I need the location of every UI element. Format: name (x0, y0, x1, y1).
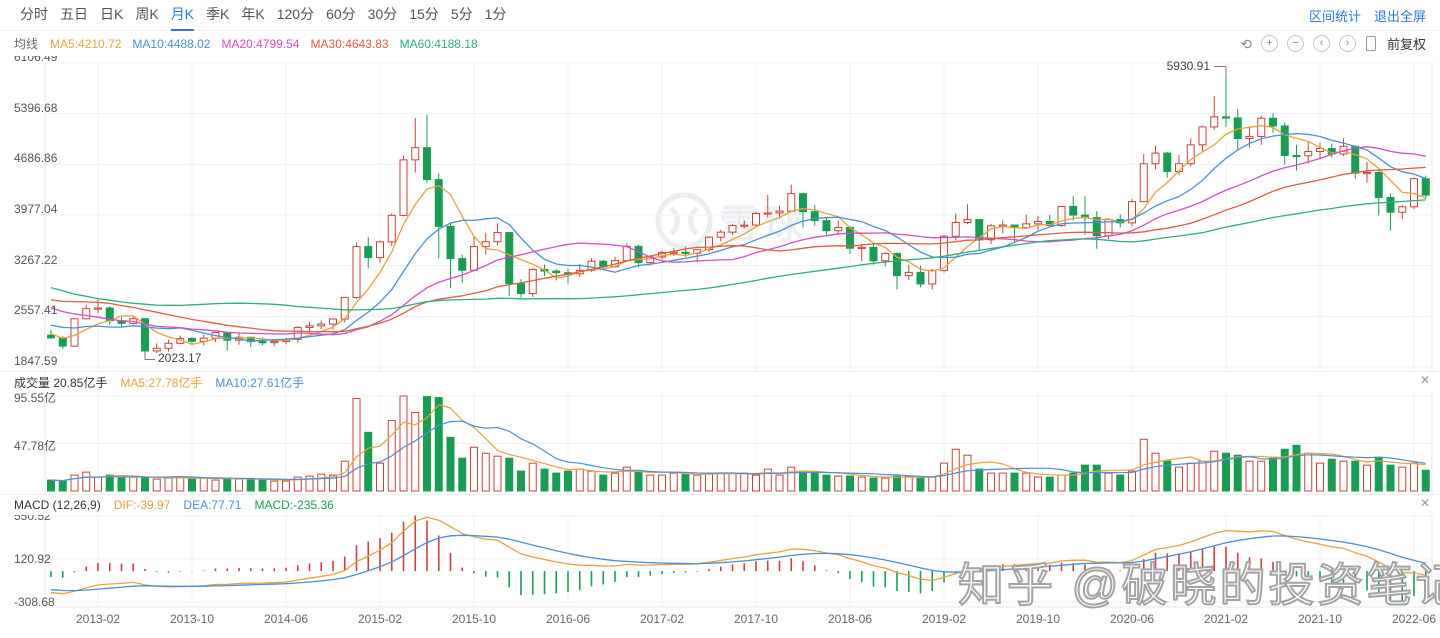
annotation-low: 2023.17 (158, 351, 202, 366)
stock-chart-app: 分时 五日 日K 周K 月K 季K 年K 120分 60分 30分 15分 5分 1分 区间统计 退出全… (0, 0, 1440, 638)
volume-title: 成交量 20.85亿手 (14, 375, 108, 390)
tab-period-6[interactable]: 季K (206, 0, 229, 29)
date-tick-2: 2014-06 (263, 612, 309, 626)
tab-period-3[interactable]: 日K (100, 0, 123, 29)
mobile-icon[interactable] (1365, 36, 1376, 51)
price-tick-4: 3267.22 (14, 252, 58, 267)
zoom-in-icon[interactable]: + (1260, 35, 1278, 52)
ma-legend-row: 均线 MA5:4210.72 MA10:4488.02 MA20:4799.54 MA… (0, 31, 1440, 56)
macd-tick-1: 120.92 (14, 552, 51, 566)
ma-value-ma5: MA5:4210.72 (50, 36, 122, 51)
date-tick-13: 2021-10 (1297, 612, 1343, 626)
date-tick-8: 2018-06 (827, 612, 873, 626)
annotation-high: 5930.91 (1166, 58, 1210, 73)
date-tick-5: 2016-06 (545, 612, 591, 626)
macd-dea: DEA:77.71 (183, 498, 242, 512)
macd-title: MACD (12,26,9) (14, 498, 101, 512)
volume-ma-values: MA5:27.78亿手 MA10:27.61亿手 (120, 374, 317, 391)
tab-period-2[interactable]: 五日 (60, 0, 88, 29)
price-tick-2: 4686.86 (14, 151, 58, 166)
tab-period-12[interactable]: 5分 (451, 0, 473, 29)
chart-controls: ⟲ + − ‹ › 前复权 (1240, 34, 1426, 53)
date-tick-3: 2015-02 (357, 612, 403, 626)
period-tabs: 分时 五日 日K 周K 月K 季K 年K 120分 60分 30分 15分 5分 1分 (14, 0, 512, 31)
tab-period-10[interactable]: 30分 (368, 0, 398, 29)
price-adjust-selector[interactable]: 前复权 (1387, 34, 1426, 53)
date-tick-6: 2017-02 (639, 612, 685, 626)
undo-icon[interactable]: ⟲ (1240, 37, 1252, 51)
date-tick-14: 2022-06 (1391, 612, 1437, 626)
date-tick-1: 2013-10 (169, 612, 215, 626)
macd-close-icon[interactable]: ✕ (1420, 496, 1430, 510)
price-tick-6: 1847.59 (14, 354, 58, 368)
date-tick-10: 2019-10 (1015, 612, 1061, 626)
exit-fullscreen-button[interactable]: 退出全屏 (1374, 6, 1426, 25)
tab-period-11[interactable]: 15分 (409, 0, 439, 29)
range-stats-button[interactable]: 区间统计 (1309, 6, 1361, 25)
ma-row-title: 均线 (14, 37, 39, 51)
tab-period-8[interactable]: 120分 (277, 0, 314, 29)
volume-pane-header: 成交量 20.85亿手 MA5:27.78亿手 MA10:27.61亿手 ✕ (0, 372, 1440, 392)
volume-ma-ma10: MA10:27.61亿手 (215, 375, 305, 390)
macd-values: DIF:-39.97 DEA:77.71 MACD:-235.36 (114, 498, 347, 512)
date-tick-9: 2019-02 (921, 612, 967, 626)
volume-ma-lines (50, 404, 1426, 482)
volume-close-icon[interactable]: ✕ (1420, 373, 1430, 387)
pan-right-icon[interactable]: › (1338, 35, 1356, 52)
tab-period-7[interactable]: 年K (241, 0, 264, 29)
volume-tick-1: 47.78亿 (14, 438, 57, 453)
chart-canvas[interactable] (0, 0, 1440, 638)
macd-dif: DIF:-39.97 (113, 498, 171, 512)
price-tick-3: 3977.04 (14, 202, 58, 216)
macd-macd_text: MACD:-235.36 (254, 498, 334, 512)
macd-tick-2: -308.68 (14, 595, 55, 609)
tab-period-13[interactable]: 1分 (485, 0, 507, 29)
tab-period-5[interactable]: 月K (170, 0, 195, 31)
ma-value-ma10: MA10:4488.02 (132, 36, 211, 51)
price-ma-lines (50, 124, 1427, 346)
macd-pane-header: MACD (12,26,9) DIF:-39.97 DEA:77.71 MACD:-… (0, 495, 1440, 515)
date-tick-12: 2021-02 (1203, 612, 1249, 626)
volume-ma-ma5: MA5:27.78亿手 (120, 375, 203, 390)
pan-left-icon[interactable]: ‹ (1312, 35, 1330, 52)
toolbar-right: 区间统计 退出全屏 (1309, 6, 1426, 25)
tab-period-1[interactable]: 分时 (20, 0, 48, 29)
price-tick-5: 2557.41 (14, 303, 58, 318)
ma-value-ma60: MA60:4188.18 (399, 36, 478, 51)
date-tick-4: 2015-10 (451, 612, 497, 626)
tab-period-9[interactable]: 60分 (326, 0, 356, 29)
ma-value-ma20: MA20:4799.54 (221, 36, 300, 51)
zoom-out-icon[interactable]: − (1286, 35, 1304, 52)
ma-value-ma30: MA30:4643.83 (310, 36, 389, 51)
ma-values: MA5:4210.72 MA10:4488.02 MA20:4799.54 MA30:… (50, 37, 489, 51)
period-toolbar: 分时 五日 日K 周K 月K 季K 年K 120分 60分 30分 15分 5分 1分 区间统计 退出全… (0, 0, 1440, 31)
date-tick-11: 2020-06 (1109, 612, 1155, 626)
date-tick-0: 2013-02 (75, 612, 121, 626)
date-tick-7: 2017-10 (733, 612, 779, 626)
macd-lines (50, 516, 1426, 595)
price-tick-1: 5396.68 (14, 100, 58, 115)
tab-period-4[interactable]: 周K (135, 0, 158, 29)
